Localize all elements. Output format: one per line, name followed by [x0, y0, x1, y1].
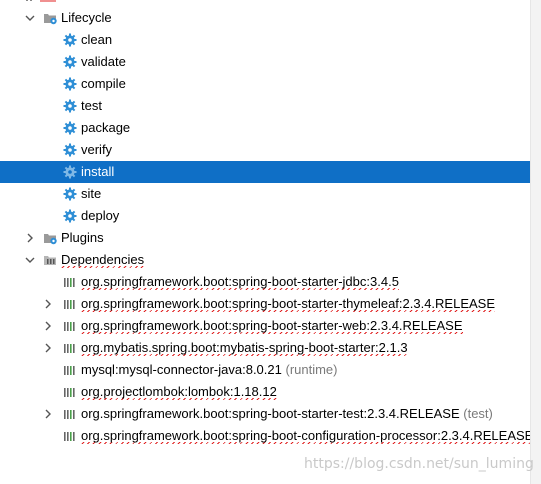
- library-icon: [64, 388, 75, 397]
- phase-label: install: [81, 164, 115, 179]
- dependency-label: org.springframework.boot:spring-boot-sta…: [81, 315, 463, 338]
- dependency-label-group: org.springframework.boot:spring-boot-sta…: [81, 403, 493, 425]
- dependency-item[interactable]: org.springframework.boot:spring-boot-sta…: [0, 403, 530, 425]
- library-folder-icon: [44, 256, 56, 265]
- dependency-item[interactable]: org.springframework.boot:spring-boot-sta…: [0, 293, 530, 316]
- chevron-right-icon[interactable]: [24, 232, 36, 244]
- tree-node-label: Plugins: [61, 230, 104, 245]
- gear-icon: [63, 143, 77, 157]
- library-icon: [64, 344, 75, 353]
- gear-icon: [63, 209, 77, 223]
- lifecycle-phase-install[interactable]: install: [0, 161, 530, 183]
- dependency-scope: (runtime): [285, 362, 338, 377]
- chevron-down-icon[interactable]: [24, 254, 36, 266]
- chevron-right-icon[interactable]: [42, 408, 54, 420]
- dependency-label: org.projectlombok:lombok:1.18.12: [81, 381, 277, 404]
- maven-tree: Lifecycle clean validate compile test pa…: [0, 0, 530, 484]
- library-icon: [64, 366, 75, 375]
- library-icon: [64, 432, 75, 441]
- gear-icon: [63, 99, 77, 113]
- phase-label: site: [81, 186, 102, 201]
- phase-label: deploy: [81, 208, 120, 223]
- dependency-label: org.springframework.boot:spring-boot-sta…: [81, 293, 496, 316]
- lifecycle-phase-compile[interactable]: compile: [0, 73, 530, 95]
- phase-label: clean: [81, 32, 113, 47]
- lifecycle-phase-clean[interactable]: clean: [0, 29, 530, 51]
- dependency-label: org.springframework.boot:spring-boot-sta…: [81, 271, 399, 294]
- phase-label: package: [81, 120, 131, 135]
- vertical-scrollbar[interactable]: [530, 0, 541, 484]
- lifecycle-phase-verify[interactable]: verify: [0, 139, 530, 161]
- partial-icon-top: [26, 0, 56, 2]
- lifecycle-phase-test[interactable]: test: [0, 95, 530, 117]
- library-icon: [64, 410, 75, 419]
- lifecycle-phase-site[interactable]: site: [0, 183, 530, 205]
- dependency-item[interactable]: org.projectlombok:lombok:1.18.12: [0, 381, 530, 404]
- dependency-item[interactable]: org.springframework.boot:spring-boot-sta…: [0, 271, 530, 294]
- dependency-label: org.springframework.boot:spring-boot-sta…: [81, 406, 460, 422]
- gear-icon: [63, 121, 77, 135]
- lifecycle-phase-package[interactable]: package: [0, 117, 530, 139]
- gear-icon: [63, 165, 77, 179]
- folder-icon: [44, 234, 57, 245]
- dependency-label: org.springframework.boot:spring-boot-con…: [81, 425, 530, 448]
- phase-label: test: [81, 98, 102, 113]
- tree-node-label: Lifecycle: [61, 10, 112, 25]
- dependency-item[interactable]: org.springframework.boot:spring-boot-sta…: [0, 315, 530, 338]
- library-icon: [64, 322, 75, 331]
- dependency-scope: (test): [463, 406, 493, 421]
- dependency-label: mysql:mysql-connector-java:8.0.21: [81, 362, 282, 377]
- phase-label: validate: [81, 54, 126, 69]
- tree-node-dependencies[interactable]: Dependencies: [0, 249, 530, 272]
- chevron-right-icon[interactable]: [42, 342, 54, 354]
- tree-node-lifecycle[interactable]: Lifecycle: [0, 7, 530, 29]
- watermark: https://blog.csdn.net/sun_luming: [304, 456, 534, 472]
- library-icon: [64, 300, 75, 309]
- tree-node-plugins[interactable]: Plugins: [0, 227, 530, 249]
- maven-lifecycle-folder-icon: [44, 14, 57, 25]
- chevron-right-icon[interactable]: [42, 298, 54, 310]
- dependency-item[interactable]: mysql:mysql-connector-java:8.0.21 (runti…: [0, 359, 530, 381]
- gear-icon: [63, 77, 77, 91]
- chevron-right-icon[interactable]: [42, 320, 54, 332]
- gear-icon: [63, 55, 77, 69]
- phase-label: compile: [81, 76, 126, 91]
- phase-label: verify: [81, 142, 113, 157]
- gear-icon: [63, 187, 77, 201]
- tree-node-label: Dependencies: [61, 249, 145, 272]
- library-icon: [64, 278, 75, 287]
- lifecycle-phase-validate[interactable]: validate: [0, 51, 530, 73]
- dependency-label: org.mybatis.spring.boot:mybatis-spring-b…: [81, 337, 408, 360]
- dependency-label-group: mysql:mysql-connector-java:8.0.21 (runti…: [81, 359, 338, 381]
- dependency-item[interactable]: org.mybatis.spring.boot:mybatis-spring-b…: [0, 337, 530, 360]
- chevron-down-icon[interactable]: [24, 12, 36, 24]
- gear-icon: [63, 33, 77, 47]
- dependency-item[interactable]: org.springframework.boot:spring-boot-con…: [0, 425, 530, 448]
- lifecycle-phase-deploy[interactable]: deploy: [0, 205, 530, 227]
